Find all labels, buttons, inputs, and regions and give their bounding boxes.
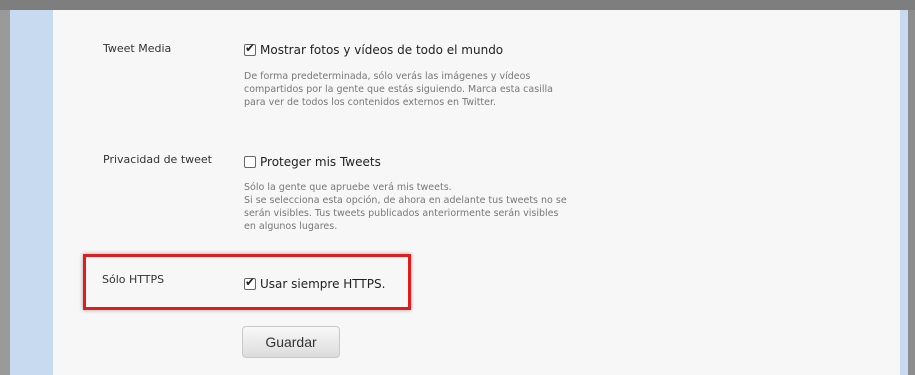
media-help-line: para ver de todos los contenidos externo…: [244, 97, 497, 108]
https-highlight-box: [83, 254, 411, 310]
right-edge: [908, 10, 915, 375]
privacy-help-text: Sólo la gente que apruebe verá mis tweet…: [244, 181, 624, 233]
privacy-help-line: serán visibles. Tus tweets publicados an…: [244, 208, 559, 219]
privacy-help-line: Si se selecciona esta opción, de ahora e…: [244, 195, 567, 206]
media-help-line: De forma predeterminada, sólo verás las …: [244, 71, 531, 82]
media-help-line: compartidos por la gente que estás sigui…: [244, 84, 553, 95]
left-edge: [0, 10, 10, 375]
top-bar: [0, 0, 915, 10]
checkbox-unchecked-icon[interactable]: [244, 156, 256, 168]
privacy-checkbox-label: Proteger mis Tweets: [260, 155, 381, 169]
media-checkbox-label: Mostrar fotos y vídeos de todo el mundo: [260, 43, 504, 57]
privacy-checkbox[interactable]: Proteger mis Tweets: [244, 155, 381, 169]
privacy-setting-label: Privacidad de tweet: [103, 153, 212, 166]
media-checkbox[interactable]: Mostrar fotos y vídeos de todo el mundo: [244, 41, 504, 57]
media-help-text: De forma predeterminada, sólo verás las …: [244, 70, 624, 109]
privacy-help-line: Sólo la gente que apruebe verá mis tweet…: [244, 182, 452, 193]
media-setting-label: Tweet Media: [103, 42, 172, 55]
save-button[interactable]: Guardar: [242, 326, 340, 358]
privacy-help-line: en algunos lugares.: [244, 221, 338, 232]
checkbox-checked-icon[interactable]: [244, 41, 256, 56]
